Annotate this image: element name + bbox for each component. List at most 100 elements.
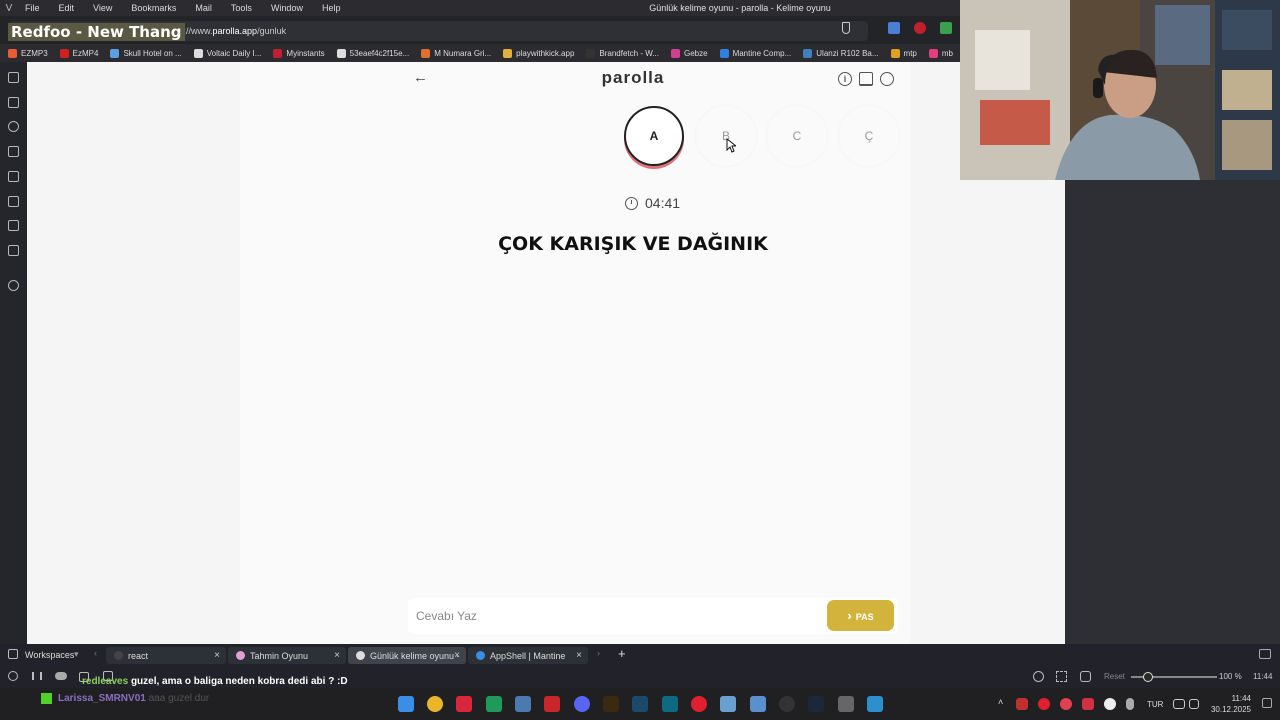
translate-extension-icon[interactable] — [888, 22, 900, 34]
illustrator-icon[interactable] — [603, 696, 619, 712]
extension-red-icon[interactable] — [914, 22, 926, 34]
tasks-icon[interactable] — [8, 220, 19, 231]
bookmark-item[interactable]: Brandfetch - W... — [586, 48, 659, 58]
back-arrow-icon[interactable]: ← — [413, 70, 428, 85]
translate-panel-icon[interactable] — [8, 171, 19, 182]
terminal-icon[interactable] — [486, 696, 502, 712]
stats-chart-icon[interactable] — [859, 72, 873, 86]
info-icon[interactable]: i — [838, 72, 852, 86]
menu-bookmarks[interactable]: Bookmarks — [131, 3, 176, 13]
menu-help[interactable]: Help — [322, 3, 341, 13]
app-icon[interactable] — [662, 696, 678, 712]
new-tab-icon[interactable]: + — [618, 646, 626, 661]
close-tab-icon[interactable]: × — [334, 650, 340, 661]
tray-app-icon-2[interactable] — [1060, 698, 1072, 710]
tray-app-icon-3[interactable] — [1082, 698, 1094, 710]
menu-file[interactable]: File — [25, 3, 40, 13]
tile-tabs-icon[interactable] — [1056, 671, 1067, 682]
add-panel-icon[interactable] — [8, 280, 19, 291]
menu-view[interactable]: View — [93, 3, 112, 13]
page-actions-icon[interactable] — [1080, 671, 1091, 682]
close-tab-icon[interactable]: × — [454, 650, 460, 661]
microphone-icon[interactable] — [1126, 698, 1134, 710]
bookmark-item[interactable]: Skull Hotel on ... — [110, 48, 182, 58]
tray-expand-icon[interactable]: ˄ — [998, 697, 1003, 707]
notes-icon[interactable] — [8, 146, 19, 157]
bookmark-item[interactable]: Mantine Comp... — [719, 48, 791, 58]
bookmark-item[interactable]: Ulanzi R102 Ba... — [803, 48, 879, 58]
tray-record-icon[interactable] — [1038, 698, 1050, 710]
steam-icon[interactable] — [808, 696, 824, 712]
bookmark-item[interactable]: Myinstants — [273, 48, 325, 58]
tab-react[interactable]: react × — [106, 647, 226, 664]
panel-toggle-icon[interactable] — [32, 672, 42, 680]
menu-edit[interactable]: Edit — [59, 3, 75, 13]
bookmark-item[interactable]: Voltaic Daily I... — [193, 48, 261, 58]
tab-appshell-mantine[interactable]: AppShell | Mantine × — [468, 647, 588, 664]
tab-tahmin-oyunu[interactable]: Tahmin Oyunu × — [228, 647, 346, 664]
reading-list-icon[interactable] — [8, 196, 19, 207]
davinci-icon[interactable] — [632, 696, 648, 712]
tray-app-icon-4[interactable] — [1104, 698, 1116, 710]
workspaces-label[interactable]: Workspaces — [25, 650, 74, 660]
bookmark-item[interactable]: Gebze — [670, 48, 708, 58]
cloud-sync-icon[interactable] — [55, 672, 67, 680]
tab-gunluk-kelime-oyunu[interactable]: Günlük kelime oyunu - × — [348, 647, 466, 664]
close-tab-icon[interactable]: × — [214, 650, 220, 661]
bookmark-item[interactable]: EzMP4 — [59, 48, 98, 58]
chrome-icon[interactable] — [427, 696, 443, 712]
letter-circle-cedilla[interactable]: Ç — [839, 106, 899, 166]
capture-page-icon[interactable] — [1033, 671, 1044, 682]
zoom-slider-handle[interactable] — [1143, 672, 1153, 682]
bookmark-icon[interactable] — [842, 22, 850, 34]
vscode-icon[interactable] — [867, 696, 883, 712]
language-indicator[interactable]: TUR — [1147, 700, 1163, 709]
close-tab-icon[interactable]: × — [576, 650, 582, 661]
github-icon[interactable] — [779, 696, 795, 712]
bookmark-item[interactable]: playwithkick.app — [503, 48, 574, 58]
obs-record-icon[interactable] — [691, 696, 707, 712]
tray-app-icon[interactable] — [1016, 698, 1028, 710]
bookmark-item[interactable]: M Numara Gri... — [421, 48, 491, 58]
letter-circle-c[interactable]: C — [767, 106, 827, 166]
volume-icon[interactable] — [1189, 699, 1199, 709]
bookmark-item[interactable]: mtp — [890, 48, 917, 58]
explorer-icon[interactable] — [720, 696, 736, 712]
taskbar-clock[interactable]: 11:44 30.12.2025 — [1211, 693, 1251, 715]
tool-icon[interactable] — [838, 696, 854, 712]
postgres-icon[interactable] — [515, 696, 531, 712]
menu-tools[interactable]: Tools — [231, 3, 252, 13]
menu-mail[interactable]: Mail — [195, 3, 212, 13]
downloads-icon[interactable] — [8, 97, 19, 108]
bookmarks-panel-icon[interactable] — [8, 72, 19, 83]
chevron-down-icon[interactable]: ▾ — [74, 649, 79, 660]
menu-window[interactable]: Window — [271, 3, 303, 13]
discord-icon[interactable] — [574, 696, 590, 712]
bookmark-item[interactable]: 53eaef4c2f15e... — [336, 48, 410, 58]
network-icon[interactable] — [1173, 699, 1185, 709]
bookmark-label: 53eaef4c2f15e... — [349, 48, 410, 58]
bookmark-item[interactable]: EZMP3 — [8, 48, 48, 58]
vivaldi-logo-icon[interactable]: V — [0, 3, 18, 14]
settings-gear-icon[interactable] — [8, 671, 18, 681]
network-app-icon[interactable] — [750, 696, 766, 712]
zoom-reset-button[interactable]: Reset — [1104, 672, 1125, 681]
answer-input[interactable] — [416, 605, 796, 627]
brand-logo[interactable]: parolla — [560, 68, 706, 88]
user-profile-icon[interactable] — [880, 72, 894, 86]
filezilla-icon[interactable] — [544, 696, 560, 712]
tab-scroll-right-icon[interactable]: › — [597, 648, 600, 658]
letter-circle-b[interactable]: B — [696, 106, 756, 166]
tab-scroll-left-icon[interactable]: ‹ — [94, 648, 97, 658]
window-panel-icon[interactable] — [1259, 649, 1271, 659]
pass-button[interactable]: › PAS — [827, 600, 894, 631]
workspaces-icon[interactable] — [8, 649, 18, 659]
vivaldi-icon[interactable] — [456, 696, 472, 712]
notification-icon[interactable] — [1262, 698, 1272, 708]
history-icon[interactable] — [8, 121, 19, 132]
shield-extension-icon[interactable] — [940, 22, 952, 34]
letter-circle-a[interactable]: A — [624, 106, 684, 166]
windows-start-icon[interactable] — [398, 696, 414, 712]
mail-icon[interactable] — [8, 245, 19, 256]
bookmark-item[interactable]: mb — [928, 48, 953, 58]
